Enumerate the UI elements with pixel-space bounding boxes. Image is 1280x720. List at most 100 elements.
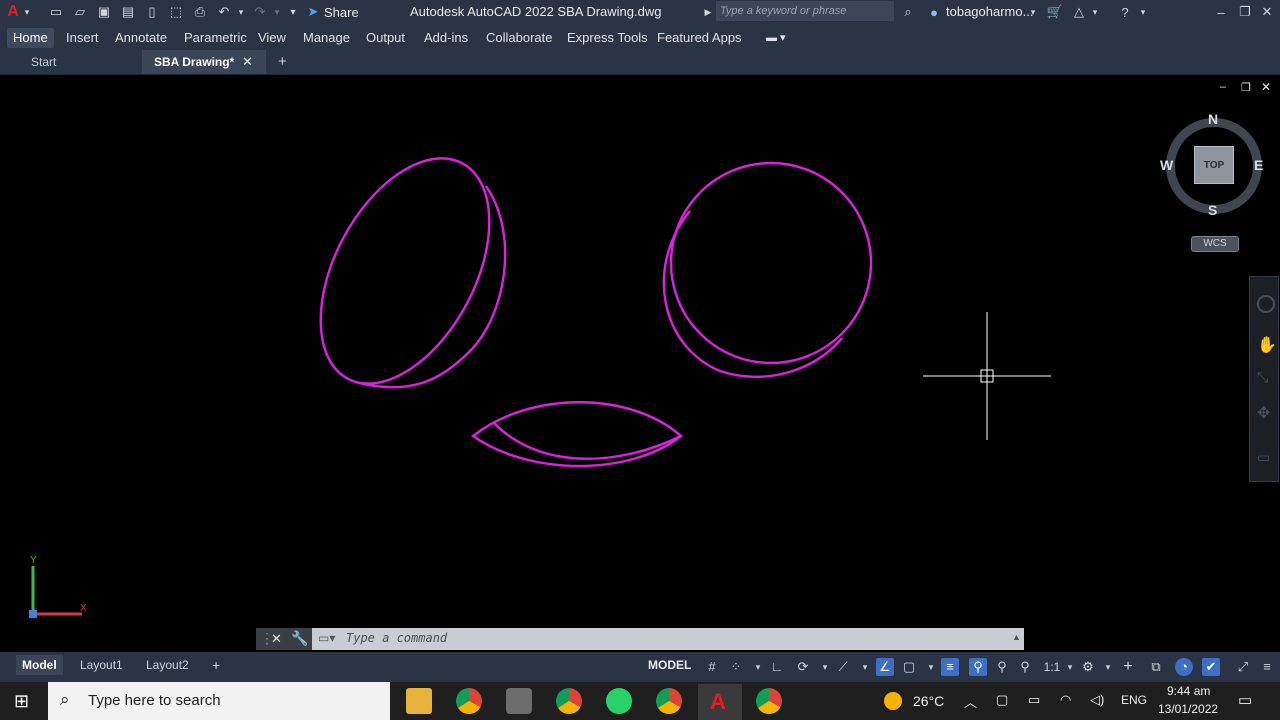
new-file-icon[interactable]: ▭ (46, 3, 66, 21)
autocad-taskbar-button[interactable]: A (698, 684, 742, 720)
close-icon[interactable]: ✕ (1258, 3, 1276, 21)
annotation-visibility-icon[interactable]: ⚲ (969, 658, 987, 676)
fullscreen-icon[interactable]: ⤢ (1234, 658, 1252, 676)
show-hidden-icons-icon[interactable]: ︿ (964, 692, 977, 711)
restore-icon[interactable]: ❐ (1236, 3, 1254, 21)
chrome-profile-m-icon[interactable] (556, 688, 582, 714)
recorder-icon[interactable] (506, 688, 532, 714)
wcs-menu[interactable]: WCS (1191, 236, 1239, 252)
tab-collaborate[interactable]: Collaborate (480, 28, 559, 48)
auto-scale-icon[interactable]: ⚲ (993, 658, 1011, 676)
model-space-indicator[interactable]: MODEL (648, 658, 691, 672)
wifi-icon[interactable]: ◠ (1060, 692, 1071, 708)
tab-manage[interactable]: Manage (297, 28, 356, 48)
lineweight-icon[interactable]: ≡ (941, 658, 959, 676)
redo-icon[interactable]: ↷ (250, 3, 270, 21)
tab-output[interactable]: Output (360, 28, 411, 48)
close-command-icon[interactable]: ✕ (271, 631, 282, 647)
redo-dropdown-icon[interactable]: ▾ (272, 3, 282, 21)
compass-east[interactable]: E (1254, 157, 1263, 173)
save-icon[interactable]: ▣ (94, 3, 114, 21)
layout-tab-layout2[interactable]: Layout2 (140, 655, 195, 675)
volume-icon[interactable]: ◁) (1090, 692, 1104, 708)
workspace-gear-icon[interactable]: ⚙ (1079, 658, 1097, 676)
layout-tab-model[interactable]: Model (16, 655, 63, 675)
grid-icon[interactable]: # (703, 658, 721, 676)
autocad-app-menu-icon[interactable]: A (4, 3, 22, 21)
tab-annotate[interactable]: Annotate (109, 28, 173, 48)
battery-icon[interactable]: ▭ (1028, 692, 1040, 708)
taskbar-search-input[interactable]: Type here to search (88, 692, 221, 709)
autodesk-app-store-icon[interactable]: △ (1070, 3, 1088, 21)
tab-add-ins[interactable]: Add-ins (418, 28, 474, 48)
tab-home[interactable]: Home (7, 28, 54, 48)
compass-north[interactable]: N (1208, 111, 1218, 127)
isodraft-icon[interactable]: ⟋ (834, 658, 852, 676)
zoom-extents-icon[interactable]: ⤡ (1257, 369, 1268, 386)
share-icon[interactable]: ➤ (304, 3, 322, 21)
isolate-objects-icon[interactable]: ✔ (1202, 658, 1220, 676)
chrome-profile-2-icon[interactable] (656, 688, 682, 714)
units-icon[interactable]: ⧉ (1147, 658, 1165, 676)
showmotion-icon[interactable]: ▭ (1257, 449, 1270, 466)
customize-wrench-icon[interactable]: 🔧 (291, 630, 308, 647)
taskbar-search[interactable]: ⌕ Type here to search (48, 682, 390, 720)
object-snap-tracking-icon[interactable]: ∠ (876, 658, 894, 676)
scale-dropdown-icon[interactable]: ▾ (1061, 658, 1079, 676)
open-folder-icon[interactable]: ▱ (70, 3, 90, 21)
search-icon[interactable]: ⌕ (898, 3, 918, 21)
tab-view[interactable]: View (252, 28, 292, 48)
new-tab-button[interactable]: + (278, 50, 292, 74)
orbit-icon[interactable]: ✥ (1257, 403, 1270, 423)
quick-properties-icon[interactable]: ◔ (1175, 658, 1193, 676)
chrome-icon[interactable] (456, 688, 482, 714)
minimize-icon[interactable]: – (1212, 3, 1230, 21)
help-dropdown-icon[interactable]: ▾ (1138, 3, 1148, 21)
pan-icon[interactable]: ✋ (1257, 335, 1277, 355)
polar-dropdown-icon[interactable]: ▾ (816, 658, 834, 676)
annotation-scale-icon[interactable]: ⚲ (1016, 658, 1034, 676)
recent-commands-icon[interactable]: ▭▾ (318, 631, 335, 645)
object-snap-icon[interactable]: ▢ (900, 658, 918, 676)
user-icon[interactable]: ● (924, 3, 944, 21)
viewcube-top-face[interactable]: TOP (1194, 146, 1234, 184)
search-input[interactable]: Type a keyword or phrase (716, 1, 894, 21)
close-tab-icon[interactable]: ✕ (242, 50, 256, 74)
plot-icon[interactable]: ⎙ (190, 3, 210, 21)
tab-insert[interactable]: Insert (60, 28, 105, 48)
customize-toolbar-icon[interactable]: ▾ (286, 3, 300, 21)
temperature[interactable]: 26°C (913, 693, 944, 709)
file-explorer-icon[interactable] (406, 688, 432, 714)
search-expand-icon[interactable]: ▶ (702, 3, 714, 21)
user-dropdown-icon[interactable]: ▾ (1028, 3, 1038, 21)
windows-start-icon[interactable]: ⊞ (14, 691, 34, 711)
polar-tracking-icon[interactable]: ⟳ (794, 658, 812, 676)
open-web-icon[interactable]: ▯ (142, 3, 162, 21)
ortho-icon[interactable]: ∟ (768, 658, 786, 676)
command-history-icon[interactable]: ▲ (1012, 632, 1021, 642)
workspace-dropdown-icon[interactable]: ▾ (1099, 658, 1117, 676)
object-snap-dropdown-icon[interactable]: ▾ (922, 658, 940, 676)
drawing-canvas[interactable] (0, 76, 1280, 626)
compass-south[interactable]: S (1208, 202, 1217, 218)
ribbon-minimize-icon[interactable]: ▬ ▾ (760, 28, 792, 48)
isodraft-dropdown-icon[interactable]: ▾ (856, 658, 874, 676)
weather-sun-icon[interactable] (884, 692, 902, 710)
layout-tab-layout1[interactable]: Layout1 (74, 655, 129, 675)
cart-icon[interactable]: 🛒 (1046, 3, 1064, 21)
help-icon[interactable]: ? (1116, 3, 1134, 21)
save-as-icon[interactable]: ▤ (118, 3, 138, 21)
add-layout-button[interactable]: + (206, 655, 226, 675)
file-tab-start[interactable]: Start (0, 50, 142, 74)
undo-icon[interactable]: ↶ (214, 3, 234, 21)
meet-now-icon[interactable]: ▢ (996, 692, 1008, 708)
undo-dropdown-icon[interactable]: ▾ (236, 3, 246, 21)
add-icon[interactable]: + (1119, 658, 1137, 676)
customization-menu-icon[interactable]: ≡ (1258, 658, 1276, 676)
snap-dropdown-icon[interactable]: ▾ (749, 658, 767, 676)
command-input[interactable]: Type a command (346, 631, 447, 645)
chrome-profile-k-icon[interactable] (756, 688, 782, 714)
clock-time[interactable]: 9:44 am (1167, 684, 1210, 698)
clock-date[interactable]: 13/01/2022 (1158, 702, 1218, 716)
tab-parametric[interactable]: Parametric (178, 28, 253, 48)
